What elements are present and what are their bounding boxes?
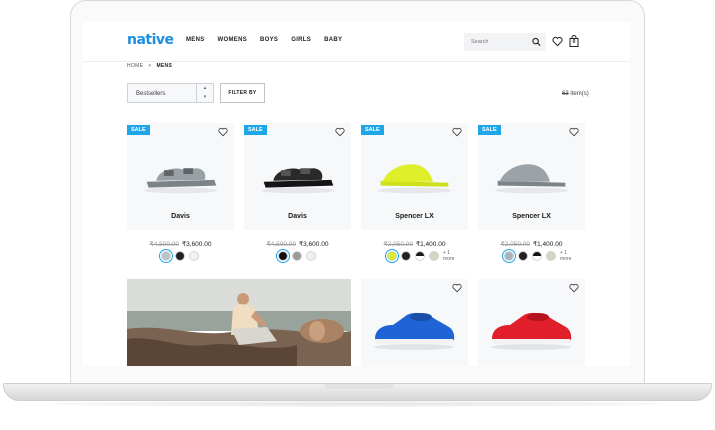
product-old-price: ₹4,500.00 (266, 241, 296, 248)
search-input[interactable]: Search (464, 33, 546, 51)
product-sale-price: ₹1,400.00 (416, 241, 446, 248)
color-swatches: + 1 more (504, 249, 574, 263)
sale-badge: SALE (127, 125, 150, 135)
breadcrumb: HOME > MENS (127, 63, 172, 69)
more-colors-link[interactable]: + 1 more (560, 250, 574, 262)
slide-sandal-image[interactable] (488, 155, 575, 195)
wishlist-heart-icon[interactable] (569, 127, 579, 137)
product-card[interactable] (478, 279, 585, 366)
laptop-shadow (50, 401, 665, 407)
sort-dropdown[interactable]: Bestsellers ▴ ▾ (127, 83, 214, 103)
color-swatch[interactable] (161, 251, 171, 261)
site-header: native MENS WOMENS BOYS GIRLS BABY Searc… (83, 22, 630, 62)
product-sale-price: ₹3,600.00 (299, 241, 329, 248)
nav-item-mens[interactable]: MENS (186, 37, 205, 43)
search-icon[interactable] (532, 37, 541, 47)
product-card[interactable] (361, 279, 468, 366)
breadcrumb-current: MENS (156, 63, 173, 69)
color-swatches (161, 249, 199, 263)
beach-photo (127, 279, 351, 366)
product-price: ₹2,050.00 ₹1,400.00 (478, 240, 585, 248)
product-price: ₹4,500.00 ₹3,600.00 (127, 240, 234, 248)
wishlist-heart-icon[interactable] (552, 36, 563, 47)
red-shoe-image[interactable] (486, 301, 576, 351)
color-swatch[interactable] (175, 251, 185, 261)
wishlist-heart-icon[interactable] (452, 127, 462, 137)
item-count-label: item(s) (570, 91, 589, 97)
sale-badge: SALE (244, 125, 267, 135)
brand-logo[interactable]: native (127, 32, 174, 48)
sandal-image[interactable] (254, 155, 341, 195)
breadcrumb-separator: > (148, 63, 152, 69)
nav-item-boys[interactable]: BOYS (260, 37, 278, 43)
product-name[interactable]: Spencer LX (478, 213, 585, 220)
item-count-value: 63 (562, 91, 569, 97)
main-nav: MENS WOMENS BOYS GIRLS BABY (186, 37, 342, 43)
wishlist-heart-icon[interactable] (452, 283, 462, 293)
color-swatches: + 1 more (387, 249, 457, 263)
color-swatches (278, 249, 316, 263)
laptop-base (3, 383, 712, 401)
product-old-price: ₹4,500.00 (149, 241, 179, 248)
product-card[interactable]: SALE Davis (244, 123, 351, 230)
filter-by-button[interactable]: FILTER BY (220, 83, 265, 103)
color-swatch[interactable] (278, 251, 288, 261)
product-sale-price: ₹1,400.00 (533, 241, 563, 248)
wishlist-heart-icon[interactable] (218, 127, 228, 137)
wishlist-heart-icon[interactable] (569, 283, 579, 293)
slide-sandal-image[interactable] (371, 155, 458, 195)
blue-shoe-image[interactable] (369, 301, 459, 351)
color-swatch[interactable] (546, 251, 556, 261)
color-swatch[interactable] (306, 251, 316, 261)
color-swatch[interactable] (518, 251, 528, 261)
more-colors-link[interactable]: + 1 more (443, 250, 457, 262)
breadcrumb-home[interactable]: HOME (127, 63, 143, 69)
color-swatch[interactable] (387, 251, 397, 261)
product-sale-price: ₹3,600.00 (182, 241, 212, 248)
product-card[interactable]: SALE Spencer LX (478, 123, 585, 230)
wishlist-heart-icon[interactable] (335, 127, 345, 137)
product-name[interactable]: Davis (127, 213, 234, 220)
sort-value: Bestsellers (136, 91, 166, 97)
nav-item-womens[interactable]: WOMENS (218, 37, 247, 43)
sale-badge: SALE (361, 125, 384, 135)
nav-item-girls[interactable]: GIRLS (291, 37, 311, 43)
item-count: 63 item(s) (562, 91, 589, 97)
color-swatch[interactable] (189, 251, 199, 261)
website-screen: native MENS WOMENS BOYS GIRLS BABY Searc… (83, 22, 630, 366)
cart-count: 0 (572, 39, 576, 45)
product-old-price: ₹2,050.00 (500, 241, 530, 248)
nav-item-baby[interactable]: BABY (324, 37, 342, 43)
sale-badge: SALE (478, 125, 501, 135)
product-name[interactable]: Davis (244, 213, 351, 220)
color-swatch[interactable] (415, 251, 425, 261)
product-name[interactable]: Spencer LX (361, 213, 468, 220)
lifestyle-banner-image[interactable] (127, 279, 351, 366)
product-price: ₹2,050.00 ₹1,400.00 (361, 240, 468, 248)
sandal-image[interactable] (137, 155, 224, 195)
color-swatch[interactable] (532, 251, 542, 261)
product-card[interactable]: SALE Spencer LX (361, 123, 468, 230)
color-swatch[interactable] (401, 251, 411, 261)
color-swatch[interactable] (292, 251, 302, 261)
laptop-notch (324, 384, 394, 389)
product-price: ₹4,500.00 ₹3,600.00 (244, 240, 351, 248)
product-card[interactable]: SALE Davis (127, 123, 234, 230)
sort-chevron-icon[interactable]: ▴ ▾ (196, 84, 213, 102)
color-swatch[interactable] (429, 251, 439, 261)
color-swatch[interactable] (504, 251, 514, 261)
search-placeholder: Search (471, 39, 489, 45)
product-old-price: ₹2,050.00 (383, 241, 413, 248)
